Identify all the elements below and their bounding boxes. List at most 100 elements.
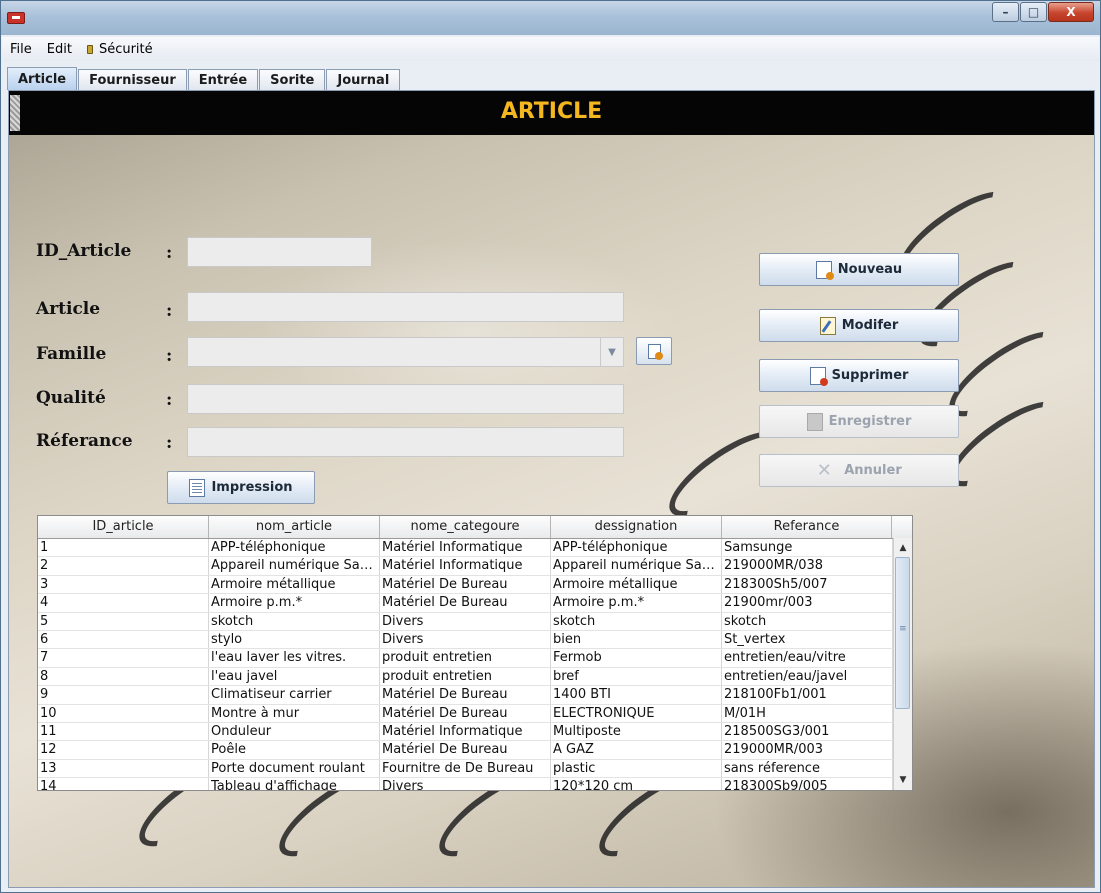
table-row[interactable]: 8 l'eau javel produit entretien bref entreti… [38,667,893,687]
table-row[interactable]: 10 Montre à mur Matériel De Bureau ELECTRON… [38,704,893,723]
table-cell[interactable]: 2 [38,557,209,575]
table-row[interactable]: 13 Porte document roulant Fournitre de De … [38,759,893,779]
menu-securite[interactable]: Sécurité [79,42,160,57]
modifier-button[interactable]: Modifer [759,309,959,342]
table-cell[interactable]: 21900mr/003 [722,594,893,612]
minimize-button[interactable]: – [992,2,1019,22]
table-cell[interactable]: Matériel De Bureau [380,575,551,594]
tab-sorite[interactable]: Sorite [259,69,326,90]
table-cell[interactable]: Tableau d'affichage [209,778,380,790]
table-cell[interactable]: 218100Fb1/001 [722,686,893,704]
table-row[interactable]: 1 APP-téléphonique Matériel Informatique AP… [38,539,893,558]
tab-article[interactable]: Article [7,67,78,90]
table-cell[interactable]: ELECTRONIQUE [551,704,722,722]
table-cell[interactable]: St_vertex [722,630,893,649]
impression-button[interactable]: Impression [167,471,315,504]
table-cell[interactable]: Divers [380,778,551,790]
column-header-nom-article[interactable]: nom_article [209,516,380,538]
table-cell[interactable]: Climatiseur carrier [209,686,380,704]
table-cell[interactable]: 218500SG3/001 [722,722,893,741]
table-cell[interactable]: Fournitre de De Bureau [380,759,551,778]
scrollbar-thumb[interactable] [895,557,910,709]
table-row[interactable]: 12 Poêle Matériel De Bureau A GAZ 219000MR/0… [38,741,893,760]
column-header-categorie[interactable]: nome_categoure [380,516,551,538]
vertical-scrollbar[interactable]: ▲ ▼ [893,538,912,790]
nouveau-button[interactable]: Nouveau [759,253,959,286]
table-cell[interactable]: produit entretien [380,667,551,686]
table-cell[interactable]: Armoire p.m.* [551,594,722,612]
table-cell[interactable]: Poêle [209,741,380,759]
table-cell[interactable]: sans réference [722,759,893,778]
column-header-id[interactable]: ID_article [38,516,209,538]
table-cell[interactable]: Armoire métallique [209,575,380,594]
table-row[interactable]: 3 Armoire métallique Matériel De Bureau Arm… [38,575,893,595]
table-row[interactable]: 9 Climatiseur carrier Matériel De Bureau 14… [38,686,893,705]
table-cell[interactable]: Matériel Informatique [380,557,551,575]
close-button[interactable]: X [1048,2,1094,22]
table-cell[interactable]: 12 [38,741,209,759]
app-icon[interactable] [7,12,25,24]
table-row[interactable]: 2 Appareil numérique Sam... Matériel Infor… [38,557,893,576]
table-cell[interactable]: A GAZ [551,741,722,759]
table-cell[interactable]: Samsunge [722,539,893,557]
table-cell[interactable]: stylo [209,630,380,649]
table-cell[interactable]: skotch [209,612,380,630]
add-famille-button[interactable] [636,337,672,365]
table-cell[interactable]: Onduleur [209,722,380,741]
maximize-button[interactable]: □ [1020,2,1047,22]
table-cell[interactable]: M/01H [722,704,893,722]
qualite-field[interactable] [187,384,624,414]
table-cell[interactable]: 218300Sb9/005 [722,778,893,790]
table-cell[interactable]: entretien/eau/vitre [722,649,893,667]
table-cell[interactable]: 219000MR/003 [722,741,893,759]
table-cell[interactable]: Appareil numérique Sam... [209,557,380,575]
tab-entree[interactable]: Entrée [187,69,259,90]
table-cell[interactable]: Fermob [551,649,722,667]
menu-file[interactable]: File [2,42,39,57]
table-cell[interactable]: 10 [38,704,209,722]
chevron-down-icon[interactable]: ▼ [600,338,623,366]
table-row[interactable]: 11 Onduleur Matériel Informatique Multipost… [38,722,893,742]
table-cell[interactable]: Divers [380,630,551,649]
table-cell[interactable]: 4 [38,594,209,612]
table-cell[interactable]: l'eau javel [209,667,380,686]
table-cell[interactable]: 11 [38,722,209,741]
famille-combo[interactable]: ▼ [187,337,624,367]
table-cell[interactable]: APP-téléphonique [551,539,722,557]
table-cell[interactable]: APP-téléphonique [209,539,380,557]
table-cell[interactable]: 218300Sh5/007 [722,575,893,594]
table-cell[interactable]: skotch [722,612,893,630]
table-cell[interactable]: Armoire métallique [551,575,722,594]
table-cell[interactable]: bien [551,630,722,649]
table-cell[interactable]: Matériel Informatique [380,722,551,741]
table-cell[interactable]: 7 [38,649,209,667]
table-cell[interactable]: Appareil numérique Sam... [551,557,722,575]
table-cell[interactable]: Matériel De Bureau [380,741,551,759]
table-cell[interactable]: entretien/eau/javel [722,667,893,686]
table-cell[interactable]: 9 [38,686,209,704]
table-cell[interactable]: Armoire p.m.* [209,594,380,612]
table-cell[interactable]: 13 [38,759,209,778]
table-cell[interactable]: bref [551,667,722,686]
table-row[interactable]: 6 stylo Divers bien St_vertex [38,630,893,650]
title-bar[interactable]: – □ X [1,1,1100,35]
table-cell[interactable]: 6 [38,630,209,649]
table-cell[interactable]: skotch [551,612,722,630]
table-cell[interactable]: produit entretien [380,649,551,667]
table-cell[interactable]: Porte document roulant [209,759,380,778]
scroll-up-icon[interactable]: ▲ [894,540,912,556]
table-cell[interactable]: Matériel De Bureau [380,686,551,704]
table-cell[interactable]: 14 [38,778,209,790]
table-cell[interactable]: Multiposte [551,722,722,741]
table-row[interactable]: 7 l'eau laver les vitres. produit entretie… [38,649,893,668]
articles-table[interactable]: ID_article nom_article nome_categoure de… [37,515,913,791]
annuler-button[interactable]: ✕ Annuler [759,454,959,487]
table-cell[interactable]: 219000MR/038 [722,557,893,575]
table-cell[interactable]: Matériel De Bureau [380,594,551,612]
menu-edit[interactable]: Edit [39,42,79,57]
scroll-down-icon[interactable]: ▼ [894,772,912,788]
table-cell[interactable]: Divers [380,612,551,630]
column-header-referance[interactable]: Referance [722,516,892,538]
table-row[interactable]: 14 Tableau d'affichage Divers 120*120 cm 218… [38,778,893,790]
article-field[interactable] [187,292,624,322]
